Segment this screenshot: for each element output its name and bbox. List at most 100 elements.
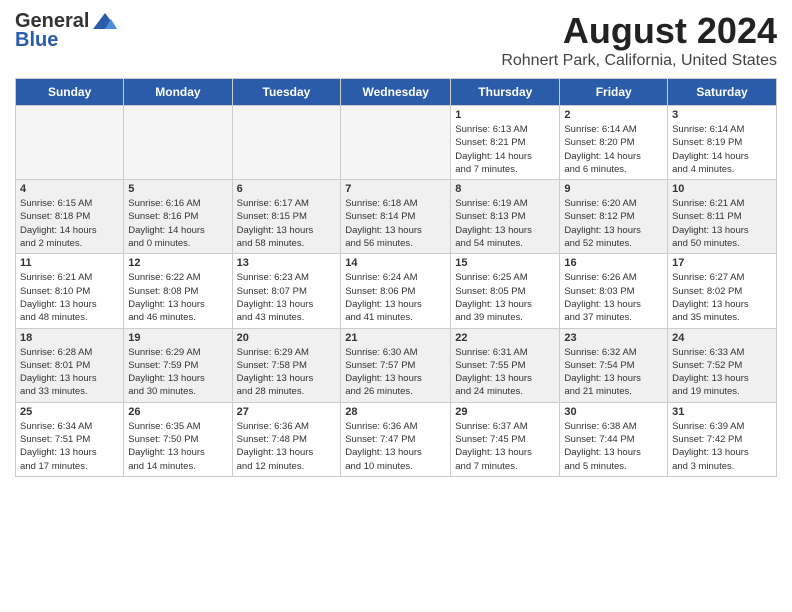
calendar-day-cell: 20 Sunrise: 6:29 AM Sunset: 7:58 PM Dayli… — [232, 328, 341, 402]
day-info: Sunrise: 6:29 AM Sunset: 7:58 PM Dayligh… — [237, 346, 337, 399]
calendar-day-cell: 5Sunrise: 6:16 AM Sunset: 8:16 PM Daylig… — [124, 180, 232, 254]
calendar-day-cell: 29 Sunrise: 6:37 AM Sunset: 7:45 PM Dayli… — [451, 402, 560, 476]
day-info: Sunrise: 6:27 AM Sunset: 8:02 PM Dayligh… — [672, 271, 772, 324]
day-info: Sunrise: 6:16 AM Sunset: 8:16 PM Dayligh… — [128, 197, 227, 250]
day-number: 17 — [672, 257, 772, 269]
day-number: 3 — [672, 109, 772, 121]
calendar-day-cell: 14Sunrise: 6:24 AM Sunset: 8:06 PM Dayli… — [341, 254, 451, 328]
calendar-day-cell: 11 Sunrise: 6:21 AM Sunset: 8:10 PM Dayli… — [16, 254, 124, 328]
day-number: 15 — [455, 257, 555, 269]
calendar-day-cell — [232, 106, 341, 180]
calendar-week-row: 1Sunrise: 6:13 AM Sunset: 8:21 PM Daylig… — [16, 106, 777, 180]
day-of-week-header: Friday — [560, 79, 668, 106]
calendar-day-cell: 26 Sunrise: 6:35 AM Sunset: 7:50 PM Dayli… — [124, 402, 232, 476]
calendar-day-cell: 19Sunrise: 6:29 AM Sunset: 7:59 PM Dayli… — [124, 328, 232, 402]
day-of-week-header: Thursday — [451, 79, 560, 106]
day-number: 31 — [672, 406, 772, 418]
day-info: Sunrise: 6:38 AM Sunset: 7:44 PM Dayligh… — [564, 420, 663, 473]
day-number: 28 — [345, 406, 446, 418]
day-number: 22 — [455, 332, 555, 344]
day-info: Sunrise: 6:32 AM Sunset: 7:54 PM Dayligh… — [564, 346, 663, 399]
day-info: Sunrise: 6:39 AM Sunset: 7:42 PM Dayligh… — [672, 420, 772, 473]
calendar-day-cell: 30 Sunrise: 6:38 AM Sunset: 7:44 PM Dayli… — [560, 402, 668, 476]
title-area: August 2024 Rohnert Park, California, Un… — [501, 10, 777, 70]
day-info: Sunrise: 6:15 AM Sunset: 8:18 PM Dayligh… — [20, 197, 119, 250]
calendar-day-cell: 10Sunrise: 6:21 AM Sunset: 8:11 PM Dayli… — [668, 180, 777, 254]
calendar-day-cell: 22 Sunrise: 6:31 AM Sunset: 7:55 PM Dayli… — [451, 328, 560, 402]
calendar-day-cell: 15 Sunrise: 6:25 AM Sunset: 8:05 PM Dayli… — [451, 254, 560, 328]
day-info: Sunrise: 6:18 AM Sunset: 8:14 PM Dayligh… — [345, 197, 446, 250]
day-of-week-header: Saturday — [668, 79, 777, 106]
day-number: 16 — [564, 257, 663, 269]
month-title: August 2024 — [501, 10, 777, 52]
day-info: Sunrise: 6:34 AM Sunset: 7:51 PM Dayligh… — [20, 420, 119, 473]
day-number: 1 — [455, 109, 555, 121]
day-info: Sunrise: 6:26 AM Sunset: 8:03 PM Dayligh… — [564, 271, 663, 324]
day-info: Sunrise: 6:33 AM Sunset: 7:52 PM Dayligh… — [672, 346, 772, 399]
calendar-day-cell — [124, 106, 232, 180]
day-info: Sunrise: 6:21 AM Sunset: 8:10 PM Dayligh… — [20, 271, 119, 324]
day-info: Sunrise: 6:23 AM Sunset: 8:07 PM Dayligh… — [237, 271, 337, 324]
day-number: 12 — [128, 257, 227, 269]
day-of-week-header: Wednesday — [341, 79, 451, 106]
calendar-day-cell: 13Sunrise: 6:23 AM Sunset: 8:07 PM Dayli… — [232, 254, 341, 328]
day-info: Sunrise: 6:31 AM Sunset: 7:55 PM Dayligh… — [455, 346, 555, 399]
calendar-day-cell: 9Sunrise: 6:20 AM Sunset: 8:12 PM Daylig… — [560, 180, 668, 254]
day-info: Sunrise: 6:37 AM Sunset: 7:45 PM Dayligh… — [455, 420, 555, 473]
calendar-day-cell: 6Sunrise: 6:17 AM Sunset: 8:15 PM Daylig… — [232, 180, 341, 254]
calendar-day-cell: 25 Sunrise: 6:34 AM Sunset: 7:51 PM Dayli… — [16, 402, 124, 476]
day-info: Sunrise: 6:36 AM Sunset: 7:47 PM Dayligh… — [345, 420, 446, 473]
day-number: 24 — [672, 332, 772, 344]
calendar-day-cell: 8 Sunrise: 6:19 AM Sunset: 8:13 PM Daylig… — [451, 180, 560, 254]
day-number: 23 — [564, 332, 663, 344]
day-number: 11 — [20, 257, 119, 269]
day-info: Sunrise: 6:29 AM Sunset: 7:59 PM Dayligh… — [128, 346, 227, 399]
calendar-week-row: 25 Sunrise: 6:34 AM Sunset: 7:51 PM Dayli… — [16, 402, 777, 476]
logo-blue-text: Blue — [15, 29, 58, 52]
calendar-day-cell: 2Sunrise: 6:14 AM Sunset: 8:20 PM Daylig… — [560, 106, 668, 180]
day-info: Sunrise: 6:35 AM Sunset: 7:50 PM Dayligh… — [128, 420, 227, 473]
calendar-day-cell: 17 Sunrise: 6:27 AM Sunset: 8:02 PM Dayli… — [668, 254, 777, 328]
page-header: General Blue August 2024 Rohnert Park, C… — [15, 10, 777, 70]
day-info: Sunrise: 6:36 AM Sunset: 7:48 PM Dayligh… — [237, 420, 337, 473]
calendar-day-cell: 24 Sunrise: 6:33 AM Sunset: 7:52 PM Dayli… — [668, 328, 777, 402]
logo-icon — [91, 11, 119, 33]
calendar-day-cell: 21 Sunrise: 6:30 AM Sunset: 7:57 PM Dayli… — [341, 328, 451, 402]
calendar-day-cell: 28 Sunrise: 6:36 AM Sunset: 7:47 PM Dayli… — [341, 402, 451, 476]
day-number: 4 — [20, 183, 119, 195]
calendar-day-cell — [341, 106, 451, 180]
day-of-week-header: Tuesday — [232, 79, 341, 106]
day-info: Sunrise: 6:30 AM Sunset: 7:57 PM Dayligh… — [345, 346, 446, 399]
calendar-day-cell: 18Sunrise: 6:28 AM Sunset: 8:01 PM Dayli… — [16, 328, 124, 402]
calendar-day-cell: 16 Sunrise: 6:26 AM Sunset: 8:03 PM Dayli… — [560, 254, 668, 328]
calendar-day-cell: 3 Sunrise: 6:14 AM Sunset: 8:19 PM Daylig… — [668, 106, 777, 180]
location: Rohnert Park, California, United States — [501, 52, 777, 70]
calendar-day-cell: 23 Sunrise: 6:32 AM Sunset: 7:54 PM Dayli… — [560, 328, 668, 402]
day-of-week-header: Monday — [124, 79, 232, 106]
day-number: 14 — [345, 257, 446, 269]
calendar-table: SundayMondayTuesdayWednesdayThursdayFrid… — [15, 78, 777, 477]
day-number: 27 — [237, 406, 337, 418]
day-info: Sunrise: 6:19 AM Sunset: 8:13 PM Dayligh… — [455, 197, 555, 250]
calendar-day-cell: 1Sunrise: 6:13 AM Sunset: 8:21 PM Daylig… — [451, 106, 560, 180]
calendar-week-row: 11 Sunrise: 6:21 AM Sunset: 8:10 PM Dayli… — [16, 254, 777, 328]
day-number: 20 — [237, 332, 337, 344]
calendar-day-cell: 4 Sunrise: 6:15 AM Sunset: 8:18 PM Daylig… — [16, 180, 124, 254]
day-number: 29 — [455, 406, 555, 418]
calendar-day-cell: 12Sunrise: 6:22 AM Sunset: 8:08 PM Dayli… — [124, 254, 232, 328]
day-info: Sunrise: 6:17 AM Sunset: 8:15 PM Dayligh… — [237, 197, 337, 250]
day-info: Sunrise: 6:14 AM Sunset: 8:20 PM Dayligh… — [564, 123, 663, 176]
day-number: 25 — [20, 406, 119, 418]
day-number: 7 — [345, 183, 446, 195]
logo: General Blue — [15, 10, 119, 52]
day-number: 8 — [455, 183, 555, 195]
day-number: 30 — [564, 406, 663, 418]
day-number: 9 — [564, 183, 663, 195]
day-number: 26 — [128, 406, 227, 418]
day-number: 21 — [345, 332, 446, 344]
day-info: Sunrise: 6:25 AM Sunset: 8:05 PM Dayligh… — [455, 271, 555, 324]
day-number: 18 — [20, 332, 119, 344]
day-info: Sunrise: 6:14 AM Sunset: 8:19 PM Dayligh… — [672, 123, 772, 176]
calendar-day-cell: 27 Sunrise: 6:36 AM Sunset: 7:48 PM Dayli… — [232, 402, 341, 476]
calendar-day-cell: 31 Sunrise: 6:39 AM Sunset: 7:42 PM Dayli… — [668, 402, 777, 476]
